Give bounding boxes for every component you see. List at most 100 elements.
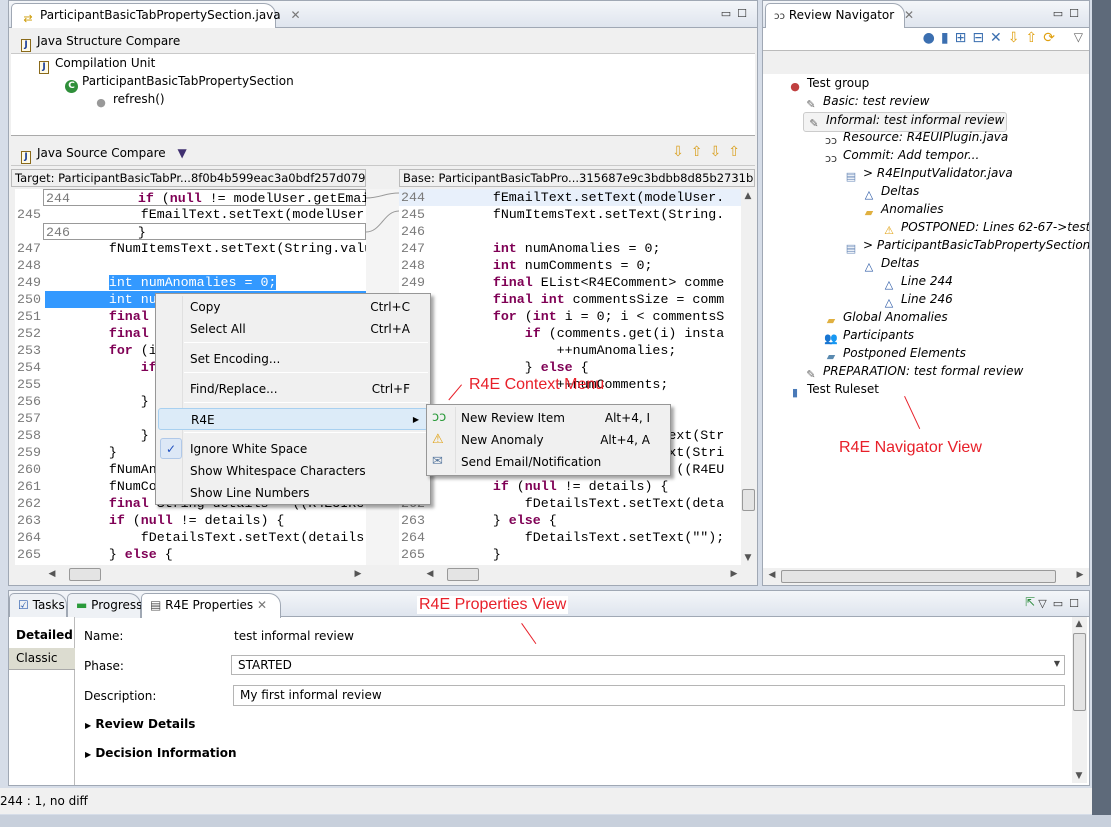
scroll-thumb[interactable] <box>742 489 755 511</box>
code-line[interactable]: 249 int numAnomalies = 0; <box>15 274 366 291</box>
code-line[interactable]: 263 } else { <box>399 512 741 529</box>
chevron-down-icon[interactable]: ▼ <box>1054 659 1060 668</box>
code-line[interactable]: 262 fDetailsText.setText(deta <box>399 495 741 512</box>
right-horizontal-scrollbar[interactable]: ◀ ▶ <box>423 567 741 582</box>
bottom-view-menu-minmax[interactable]: ▽▭☐ <box>1038 597 1085 610</box>
close-icon[interactable]: ✕ <box>290 8 300 22</box>
tree-item-class[interactable]: C ParticipantBasicTabPropertySection <box>65 74 294 93</box>
code-line[interactable]: 261 if (null != details) { <box>399 478 741 495</box>
scroll-down-icon[interactable]: ▼ <box>741 551 755 565</box>
code-line[interactable]: 245 fNumItemsText.setText(String. <box>399 206 741 223</box>
menu-item-show-whitespace-characters[interactable]: Show Whitespace Characters <box>158 460 428 482</box>
tree-item[interactable]: ↄↄ Resource: R4EUIPlugin.java <box>823 130 1008 148</box>
code-line[interactable]: 246 } <box>43 223 366 240</box>
navigator-minimize-maximize[interactable]: ▭☐ <box>1053 7 1085 20</box>
scroll-up-icon[interactable]: ▲ <box>1072 617 1086 631</box>
code-line[interactable]: 251 for (int i = 0; i < commentsS <box>399 308 741 325</box>
menu-item-r4e[interactable]: R4E ▶ <box>158 408 428 430</box>
navigator-tab[interactable]: ↄↄ Review Navigator ✕ <box>765 3 914 28</box>
tree-item[interactable]: △ Deltas <box>861 256 920 274</box>
scroll-thumb[interactable] <box>69 568 101 581</box>
code-line[interactable]: 265 } <box>399 546 741 563</box>
scroll-left-icon[interactable]: ◀ <box>765 568 779 582</box>
description-field[interactable]: My first informal review <box>233 685 1065 706</box>
tree-item[interactable]: ✎ Informal: test informal review <box>803 112 1008 132</box>
code-line[interactable]: 248 <box>15 257 366 274</box>
left-horizontal-scrollbar[interactable]: ◀ ▶ <box>45 567 365 582</box>
side-tab-detailed[interactable]: Detailed <box>9 625 75 647</box>
side-tab-classic[interactable]: Classic <box>9 648 75 670</box>
tree-item[interactable]: 👥 Participants <box>823 328 914 346</box>
scroll-up-icon[interactable]: ▲ <box>741 189 755 203</box>
scroll-thumb[interactable] <box>781 570 1056 583</box>
tree-item[interactable]: ▮ Test Ruleset <box>787 382 879 400</box>
scroll-right-icon[interactable]: ▶ <box>351 567 365 581</box>
menu-item-show-line-numbers[interactable]: Show Line Numbers <box>158 482 428 504</box>
close-icon[interactable]: ✕ <box>257 598 267 612</box>
menu-item-ignore-white-space[interactable]: Ignore White Space ✓ <box>158 438 428 460</box>
section-review-details[interactable]: ▶ Review Details <box>85 717 195 731</box>
scroll-down-icon[interactable]: ▼ <box>1072 769 1086 783</box>
tree-item[interactable]: ▰ Anomalies <box>861 202 944 220</box>
code-line[interactable]: 247 int numAnomalies = 0; <box>399 240 741 257</box>
tab-r4e-properties[interactable]: ▤ R4E Properties ✕ <box>141 593 281 618</box>
code-line[interactable]: 244 fEmailText.setText(modelUser. <box>399 189 741 206</box>
scroll-left-icon[interactable]: ◀ <box>45 567 59 581</box>
tab-progress[interactable]: ▬ Progress <box>67 593 142 618</box>
tree-item[interactable]: ✎ Basic: test review <box>803 94 929 112</box>
tree-item[interactable]: ✎ PREPARATION: test formal review <box>803 364 1023 382</box>
editor-minimize-maximize[interactable]: ▭☐ <box>721 7 753 20</box>
tree-item[interactable]: △ Line 244 <box>881 274 953 292</box>
pin-icon[interactable]: ⇱ <box>1025 595 1035 609</box>
menu-item-set-encoding[interactable]: Set Encoding... <box>158 348 428 370</box>
code-line[interactable]: 244 if (null != modelUser.getEmail() <box>43 189 366 206</box>
submenu-item-new-anomaly[interactable]: ⚠ New Anomaly Alt+4, A <box>429 429 668 451</box>
code-line[interactable]: 249 final EList<R4EComment> comme <box>399 274 741 291</box>
view-menu-icon[interactable]: ▽ <box>1074 30 1083 44</box>
editor-tab[interactable]: ⇄ ParticipantBasicTabPropertySection.java… <box>11 3 301 28</box>
tab-tasks[interactable]: ☑ Tasks <box>9 593 67 618</box>
close-icon[interactable]: ✕ <box>904 8 914 22</box>
dropdown-icon[interactable]: ▼ <box>177 146 186 160</box>
navigator-horizontal-scrollbar[interactable]: ◀ ▶ <box>763 568 1089 585</box>
code-line[interactable]: 250 final int commentsSize = comm <box>399 291 741 308</box>
tree-item-method[interactable]: ● refresh() <box>93 92 164 110</box>
diff-navigation-toolbar[interactable]: ⇩⇧⇩⇧ <box>672 144 747 160</box>
scroll-thumb[interactable] <box>447 568 479 581</box>
scroll-right-icon[interactable]: ▶ <box>1073 568 1087 582</box>
code-line[interactable]: 245 fEmailText.setText(modelUser <box>15 206 366 223</box>
scroll-right-icon[interactable]: ▶ <box>727 567 741 581</box>
tree-item[interactable]: ● Test group <box>787 76 869 94</box>
code-line[interactable]: 252 if (comments.get(i) insta <box>399 325 741 342</box>
submenu-item-send-email-notification[interactable]: ✉ Send Email/Notification <box>429 451 668 473</box>
tree-item-compilation-unit[interactable]: J Compilation Unit <box>39 56 155 74</box>
submenu-item-new-review-item[interactable]: ↄↄ New Review Item Alt+4, I <box>429 407 668 429</box>
code-line[interactable]: 254 } else { <box>399 359 741 376</box>
code-line[interactable]: 246 <box>399 223 741 240</box>
tree-item[interactable]: △ Deltas <box>861 184 920 202</box>
navigator-toolbar-buttons[interactable]: ●▮⊞⊟✕⇩⇧⟳ <box>923 30 1061 46</box>
menu-item-copy[interactable]: Copy Ctrl+C <box>158 296 428 318</box>
tree-item[interactable]: △ Line 246 <box>881 292 953 310</box>
tree-item[interactable]: ▤ > ParticipantBasicTabPropertySection.ja… <box>843 238 1089 256</box>
menu-item-select-all[interactable]: Select All Ctrl+A <box>158 318 428 340</box>
code-line[interactable]: 265 } else { <box>15 546 366 563</box>
tree-item[interactable]: ▰ Postponed Elements <box>823 346 966 364</box>
tree-item[interactable]: ⚠ POSTPONED: Lines 62-67->test pos <box>881 220 1089 238</box>
properties-vertical-scrollbar[interactable]: ▲ ▼ <box>1072 617 1087 783</box>
code-line[interactable]: 253 ++numAnomalies; <box>399 342 741 359</box>
phase-select[interactable]: STARTED ▼ <box>231 655 1065 675</box>
menu-item-find-replace[interactable]: Find/Replace... Ctrl+F <box>158 378 428 400</box>
code-line[interactable]: 264 fDetailsText.setText(details) <box>15 529 366 546</box>
tree-item[interactable]: ↄↄ Commit: Add tempor... <box>823 148 979 166</box>
code-line[interactable]: 264 fDetailsText.setText(""); <box>399 529 741 546</box>
tree-item[interactable]: ▰ Global Anomalies <box>823 310 948 328</box>
code-line[interactable]: 248 int numComments = 0; <box>399 257 741 274</box>
scroll-thumb[interactable] <box>1073 633 1086 711</box>
section-decision-information[interactable]: ▶ Decision Information <box>85 746 237 760</box>
tree-item[interactable]: ▤ > R4EInputValidator.java <box>843 166 1013 184</box>
code-line[interactable]: 247 fNumItemsText.setText(String.valu <box>15 240 366 257</box>
vertical-scrollbar[interactable]: ▲ ▼ <box>741 189 756 565</box>
code-line[interactable]: 263 if (null != details) { <box>15 512 366 529</box>
scroll-left-icon[interactable]: ◀ <box>423 567 437 581</box>
